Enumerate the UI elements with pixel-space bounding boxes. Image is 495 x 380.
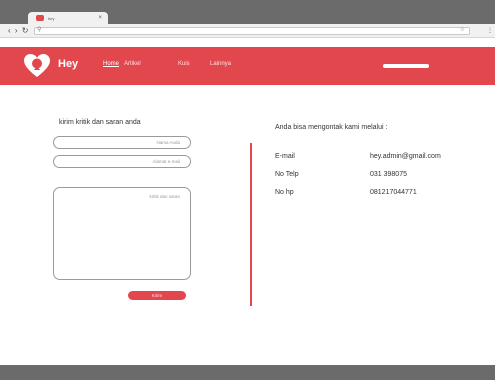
contact-row-email: E-mail hey.admin@gmail.com	[275, 153, 475, 163]
name-input[interactable]	[53, 136, 191, 149]
contact-label: No hp	[275, 189, 294, 196]
contact-label: E-mail	[275, 153, 295, 160]
heart-favicon-icon	[36, 15, 44, 21]
site-footer	[0, 365, 495, 380]
column-divider	[250, 143, 252, 306]
bookmark-star-icon[interactable]: ☆	[460, 26, 465, 33]
contact-row-mobile: No hp 081217044771	[275, 189, 475, 199]
site-header: Hey Home Artikel Kuis Lainnya	[0, 47, 495, 85]
search-icon: ⚲	[37, 27, 42, 33]
browser-address-bar: ‹ › ↻ ⚲ ☆ ⋮	[0, 24, 495, 38]
contact-value: hey.admin@gmail.com	[370, 153, 441, 160]
back-forward-reload-icons[interactable]: ‹ › ↻	[8, 26, 29, 36]
contact-value: 081217044771	[370, 189, 417, 196]
email-input[interactable]	[53, 155, 191, 168]
browser-menu-icon[interactable]: ⋮	[487, 26, 493, 36]
nav-artikel-link[interactable]: Artikel	[124, 61, 141, 67]
browser-tab-bar: hey ×	[0, 0, 495, 24]
heart-logo-icon[interactable]	[24, 54, 50, 78]
header-search-bar[interactable]	[383, 64, 429, 68]
nav-kuis-link[interactable]: Kuis	[178, 61, 190, 67]
nav-home-link[interactable]: Home	[103, 61, 119, 67]
submit-button[interactable]: Kirim	[128, 291, 186, 300]
form-title: kirim kritik dan saran anda	[59, 119, 141, 126]
tab-title: hey	[48, 15, 55, 21]
feedback-textarea[interactable]	[53, 187, 191, 280]
tab-close-icon[interactable]: ×	[98, 14, 102, 22]
browser-tab[interactable]: hey ×	[28, 12, 108, 24]
brand-name: Hey	[58, 58, 79, 70]
url-input[interactable]: ⚲ ☆	[34, 27, 470, 35]
contact-value: 031 398075	[370, 171, 407, 178]
contact-row-phone: No Telp 031 398075	[275, 171, 475, 181]
contact-label: No Telp	[275, 171, 299, 178]
nav-lainnya-link[interactable]: Lainnya	[210, 61, 231, 67]
contact-title: Anda bisa mengontak kami melalui :	[275, 124, 388, 131]
